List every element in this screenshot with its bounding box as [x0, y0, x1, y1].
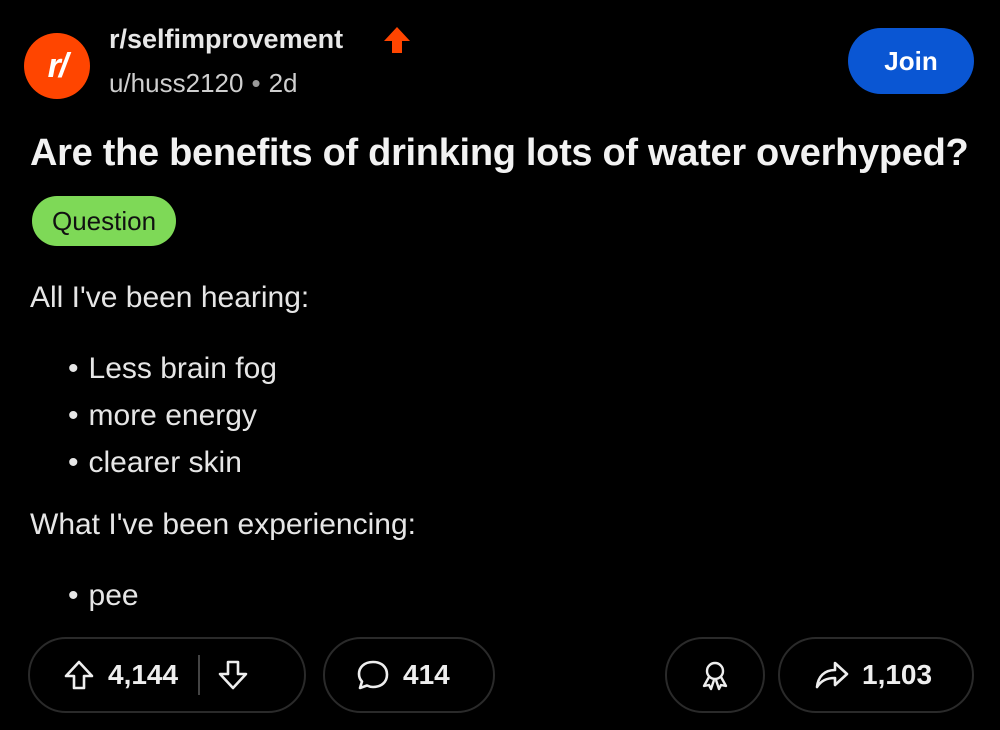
post-header: r/ r/selfimprovement u/huss2120 • 2d Join — [24, 20, 976, 100]
comment-bubble-icon — [357, 660, 389, 690]
body-intro: All I've been hearing: — [30, 281, 310, 314]
share-arrow-icon — [815, 661, 849, 689]
meta-separator: • — [251, 68, 261, 98]
vote-bar: 4,144 — [28, 637, 306, 713]
post-age: 2d — [268, 68, 298, 98]
post-meta: u/huss2120 • 2d — [109, 68, 297, 99]
post-title[interactable]: Are the benefits of drinking lots of wat… — [30, 132, 969, 175]
list-item: clearer skin — [68, 439, 277, 486]
comment-count: 414 — [403, 659, 450, 690]
join-button[interactable]: Join — [848, 28, 974, 94]
upvote-count: 4,144 — [108, 659, 179, 690]
upvote-icon[interactable] — [62, 658, 96, 692]
list-item: pee — [68, 572, 139, 619]
award-icon — [702, 661, 728, 691]
flair-badge[interactable]: Question — [32, 196, 177, 246]
comments-button[interactable]: 414 — [323, 637, 495, 713]
share-button[interactable]: 1,103 — [778, 637, 974, 713]
subreddit-name[interactable]: r/selfimprovement — [109, 24, 343, 55]
experience-list: pee — [68, 572, 139, 619]
body-experience-intro: What I've been experiencing: — [30, 508, 416, 541]
award-button[interactable] — [665, 637, 765, 713]
trending-up-arrow-icon — [384, 27, 410, 53]
subreddit-avatar-text: r/ — [47, 46, 69, 85]
list-item: Less brain fog — [68, 345, 277, 392]
vote-divider — [198, 655, 201, 695]
downvote-icon[interactable] — [216, 658, 250, 692]
list-item: more energy — [68, 392, 277, 439]
author-link[interactable]: u/huss2120 — [109, 68, 243, 98]
share-count: 1,103 — [862, 659, 933, 690]
hearing-list: Less brain fog more energy clearer skin — [68, 345, 277, 486]
subreddit-avatar[interactable]: r/ — [24, 33, 90, 99]
